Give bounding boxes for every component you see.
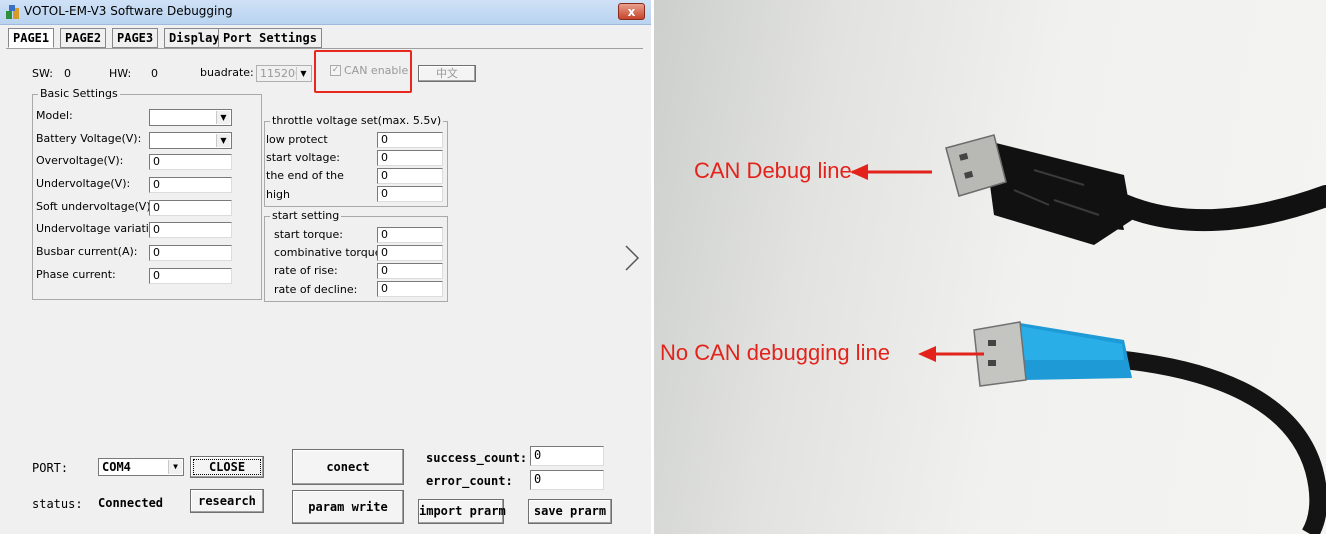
hw-label: HW: bbox=[109, 67, 132, 80]
port-label: PORT: bbox=[32, 461, 69, 475]
software-window: VOTOL-EM-V3 Software Debugging x PAGE1 P… bbox=[0, 0, 651, 534]
busbar-current-field[interactable]: 0 bbox=[149, 245, 232, 261]
model-select[interactable]: ▼ bbox=[149, 109, 232, 126]
error-count-field[interactable]: 0 bbox=[530, 470, 604, 490]
undervoltage-label: Undervoltage(V): bbox=[36, 177, 131, 190]
tab-display[interactable]: Display bbox=[164, 28, 225, 48]
param-write-button[interactable]: param write bbox=[292, 490, 404, 524]
soft-undervoltage-field[interactable]: 0 bbox=[149, 200, 232, 216]
rate-of-rise-field[interactable]: 0 bbox=[377, 263, 443, 279]
success-count-field[interactable]: 0 bbox=[530, 446, 604, 466]
app-icon bbox=[6, 5, 19, 19]
research-button[interactable]: research bbox=[190, 489, 264, 513]
model-label: Model: bbox=[36, 109, 73, 122]
baudrate-select[interactable]: 115200 ▼ bbox=[256, 65, 312, 82]
phase-current-field[interactable]: 0 bbox=[149, 268, 232, 284]
overvoltage-label: Overvoltage(V): bbox=[36, 154, 124, 167]
low-protect-label: low protect bbox=[266, 133, 328, 146]
dropdown-arrow-icon: ▼ bbox=[296, 67, 310, 80]
busbar-current-label: Busbar current(A): bbox=[36, 245, 138, 258]
start-voltage-label: start voltage: bbox=[266, 151, 340, 164]
language-button[interactable]: 中文 bbox=[418, 65, 476, 82]
port-value: COM4 bbox=[102, 460, 131, 474]
undervoltage-variation-field[interactable]: 0 bbox=[149, 222, 232, 238]
save-param-button[interactable]: save prarm bbox=[528, 499, 612, 524]
window-title: VOTOL-EM-V3 Software Debugging bbox=[24, 4, 233, 18]
rate-of-decline-field[interactable]: 0 bbox=[377, 281, 443, 297]
connect-button[interactable]: conect bbox=[292, 449, 404, 485]
combinative-torque-label: combinative torque: bbox=[274, 246, 386, 259]
tab-page2[interactable]: PAGE2 bbox=[60, 28, 107, 48]
dropdown-arrow-icon: ▼ bbox=[168, 460, 182, 474]
start-voltage-field[interactable]: 0 bbox=[377, 150, 443, 166]
tab-divider bbox=[6, 48, 643, 49]
undervoltage-field[interactable]: 0 bbox=[149, 177, 232, 193]
tab-page3[interactable]: PAGE3 bbox=[112, 28, 159, 48]
rate-of-rise-label: rate of rise: bbox=[274, 264, 338, 277]
window-close-button[interactable]: x bbox=[618, 3, 645, 20]
start-torque-field[interactable]: 0 bbox=[377, 227, 443, 243]
battery-voltage-label: Battery Voltage(V): bbox=[36, 132, 142, 145]
port-select[interactable]: COM4 ▼ bbox=[98, 458, 184, 476]
end-of-the-label: the end of the bbox=[266, 169, 344, 182]
dropdown-arrow-icon: ▼ bbox=[216, 134, 230, 147]
tab-page1[interactable]: PAGE1 bbox=[8, 28, 55, 48]
sw-value: 0 bbox=[64, 67, 71, 80]
start-setting-title: start setting bbox=[270, 209, 342, 222]
no-can-annotation: No CAN debugging line bbox=[660, 340, 890, 365]
overvoltage-field[interactable]: 0 bbox=[149, 154, 232, 170]
soft-undervoltage-label: Soft undervoltage(V): bbox=[36, 200, 155, 213]
end-of-the-field[interactable]: 0 bbox=[377, 168, 443, 184]
can-enable-highlight bbox=[314, 50, 412, 93]
undervoltage-variation-label: Undervoltage variation: bbox=[36, 222, 167, 235]
status-value: Connected bbox=[98, 496, 164, 510]
sw-label: SW: bbox=[32, 67, 53, 80]
rate-of-decline-label: rate of decline: bbox=[274, 283, 358, 296]
high-label: high bbox=[266, 188, 290, 201]
import-param-button[interactable]: import prarm bbox=[418, 499, 506, 524]
success-count-label: success_count: bbox=[426, 451, 528, 465]
start-torque-label: start torque: bbox=[274, 228, 343, 241]
cable-photo: CAN Debug line No CAN debugging line bbox=[654, 0, 1326, 534]
baudrate-label: buadrate: bbox=[200, 66, 254, 79]
error-count-label: error_count: bbox=[426, 474, 513, 488]
combinative-torque-field[interactable]: 0 bbox=[377, 245, 443, 261]
battery-voltage-select[interactable]: ▼ bbox=[149, 132, 232, 149]
throttle-title: throttle voltage set(max. 5.5v) bbox=[270, 114, 444, 127]
usb-cables-illustration bbox=[850, 134, 1326, 534]
close-port-button[interactable]: CLOSE bbox=[190, 456, 264, 478]
can-debug-annotation: CAN Debug line bbox=[694, 158, 852, 183]
high-field[interactable]: 0 bbox=[377, 186, 443, 202]
phase-current-label: Phase current: bbox=[36, 268, 116, 281]
next-arrow-icon[interactable] bbox=[622, 244, 642, 272]
dropdown-arrow-icon: ▼ bbox=[216, 111, 230, 124]
basic-settings-title: Basic Settings bbox=[38, 87, 120, 100]
hw-value: 0 bbox=[151, 67, 158, 80]
status-label: status: bbox=[32, 497, 83, 511]
low-protect-field[interactable]: 0 bbox=[377, 132, 443, 148]
tab-port-settings[interactable]: Port Settings bbox=[218, 28, 322, 48]
